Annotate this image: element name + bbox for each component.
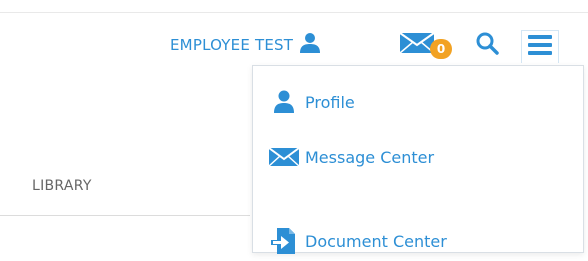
menu-item-label: Profile xyxy=(305,92,355,112)
main-menu-button[interactable] xyxy=(521,30,559,63)
user-icon xyxy=(299,32,321,58)
user-icon xyxy=(267,88,301,116)
menu-item-message-center[interactable]: Message Center xyxy=(253,137,583,177)
message-count-badge: 0 xyxy=(430,39,452,59)
username-label: EMPLOYEE TEST xyxy=(170,36,294,54)
content-divider xyxy=(0,215,250,216)
top-divider xyxy=(0,12,588,13)
search-button[interactable] xyxy=(474,32,500,58)
library-nav-item[interactable]: LIBRARY xyxy=(32,178,92,194)
menu-item-profile[interactable]: Profile xyxy=(253,82,583,122)
user-account-link[interactable]: EMPLOYEE TEST xyxy=(170,32,321,58)
user-dropdown-menu: Profile Message Center Document Center xyxy=(252,65,584,254)
document-arrow-icon xyxy=(267,227,301,255)
menu-item-document-center[interactable]: Document Center xyxy=(253,221,583,261)
hamburger-menu-icon xyxy=(528,35,552,59)
envelope-icon xyxy=(267,143,301,171)
menu-item-label: Document Center xyxy=(305,231,447,251)
menu-item-label: Message Center xyxy=(305,147,435,167)
search-icon xyxy=(475,31,499,59)
